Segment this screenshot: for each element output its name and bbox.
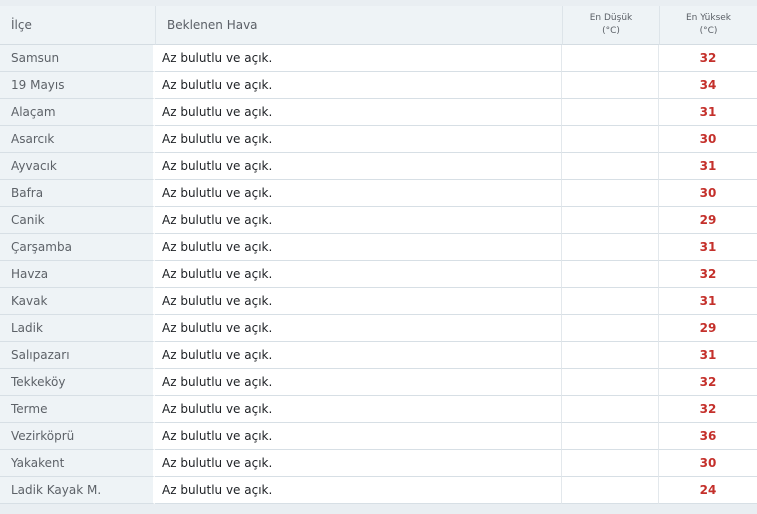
table-row: Tekkeköy Az bulutlu ve açık. 32 (0, 369, 757, 396)
table-row: 19 Mayıs Az bulutlu ve açık. 34 (0, 72, 757, 99)
forecast-cell: Az bulutlu ve açık. (155, 315, 562, 342)
max-temp-cell: 24 (659, 477, 757, 504)
table-row: Yakakent Az bulutlu ve açık. 30 (0, 450, 757, 477)
forecast-cell: Az bulutlu ve açık. (155, 126, 562, 153)
header-en-yuksek-unit: (°C) (699, 26, 718, 36)
min-temp-cell (562, 342, 659, 369)
forecast-cell: Az bulutlu ve açık. (155, 234, 562, 261)
max-temp-cell: 32 (659, 261, 757, 288)
max-temp-cell: 36 (659, 423, 757, 450)
district-cell: Havza (0, 261, 155, 288)
max-temp-cell: 31 (659, 234, 757, 261)
table-row: Kavak Az bulutlu ve açık. 31 (0, 288, 757, 315)
forecast-cell: Az bulutlu ve açık. (155, 45, 562, 72)
max-temp-cell: 32 (659, 396, 757, 423)
table-row: Bafra Az bulutlu ve açık. 30 (0, 180, 757, 207)
table-row: Çarşamba Az bulutlu ve açık. 31 (0, 234, 757, 261)
min-temp-cell (562, 477, 659, 504)
table-row: Havza Az bulutlu ve açık. 32 (0, 261, 757, 288)
table-row: Vezirköprü Az bulutlu ve açık. 36 (0, 423, 757, 450)
max-temp-cell: 34 (659, 72, 757, 99)
max-temp-cell: 30 (659, 180, 757, 207)
table-row: Salıpazarı Az bulutlu ve açık. 31 (0, 342, 757, 369)
min-temp-cell (562, 261, 659, 288)
district-cell: Vezirköprü (0, 423, 155, 450)
min-temp-cell (562, 234, 659, 261)
forecast-cell: Az bulutlu ve açık. (155, 477, 562, 504)
district-cell: Kavak (0, 288, 155, 315)
header-en-dusuk: En Düşük (°C) (562, 6, 659, 45)
forecast-cell: Az bulutlu ve açık. (155, 99, 562, 126)
max-temp-cell: 29 (659, 207, 757, 234)
header-en-dusuk-label: En Düşük (589, 13, 633, 23)
min-temp-cell (562, 180, 659, 207)
header-en-yuksek-label: En Yüksek (685, 13, 732, 23)
max-temp-cell: 29 (659, 315, 757, 342)
district-cell: Yakakent (0, 450, 155, 477)
district-cell: Ayvacık (0, 153, 155, 180)
district-cell: Canik (0, 207, 155, 234)
table-row: Canik Az bulutlu ve açık. 29 (0, 207, 757, 234)
header-en-dusuk-unit: (°C) (602, 26, 620, 36)
max-temp-cell: 31 (659, 153, 757, 180)
district-cell: Çarşamba (0, 234, 155, 261)
district-cell: Ladik Kayak M. (0, 477, 155, 504)
district-cell: Alaçam (0, 99, 155, 126)
min-temp-cell (562, 207, 659, 234)
header-beklenen-hava: Beklenen Hava (155, 6, 562, 45)
table-row: Ayvacık Az bulutlu ve açık. 31 (0, 153, 757, 180)
max-temp-cell: 31 (659, 342, 757, 369)
forecast-cell: Az bulutlu ve açık. (155, 369, 562, 396)
district-cell: Terme (0, 396, 155, 423)
header-en-yuksek: En Yüksek (°C) (659, 6, 757, 45)
min-temp-cell (562, 99, 659, 126)
min-temp-cell (562, 45, 659, 72)
table-body: Samsun Az bulutlu ve açık. 32 19 Mayıs Az bu… (0, 45, 757, 504)
min-temp-cell (562, 72, 659, 99)
min-temp-cell (562, 288, 659, 315)
district-cell: Tekkeköy (0, 369, 155, 396)
district-cell: 19 Mayıs (0, 72, 155, 99)
min-temp-cell (562, 126, 659, 153)
table-row: Alaçam Az bulutlu ve açık. 31 (0, 99, 757, 126)
district-cell: Asarcık (0, 126, 155, 153)
forecast-cell: Az bulutlu ve açık. (155, 180, 562, 207)
forecast-cell: Az bulutlu ve açık. (155, 396, 562, 423)
forecast-cell: Az bulutlu ve açık. (155, 153, 562, 180)
table-row: Terme Az bulutlu ve açık. 32 (0, 396, 757, 423)
table-row: Asarcık Az bulutlu ve açık. 30 (0, 126, 757, 153)
district-cell: Ladik (0, 315, 155, 342)
table-header-row: İlçe Beklenen Hava En Düşük (°C) En Yüks… (0, 6, 757, 45)
max-temp-cell: 32 (659, 45, 757, 72)
max-temp-cell: 32 (659, 369, 757, 396)
forecast-cell: Az bulutlu ve açık. (155, 288, 562, 315)
forecast-cell: Az bulutlu ve açık. (155, 72, 562, 99)
max-temp-cell: 31 (659, 288, 757, 315)
forecast-cell: Az bulutlu ve açık. (155, 207, 562, 234)
forecast-cell: Az bulutlu ve açık. (155, 261, 562, 288)
max-temp-cell: 30 (659, 450, 757, 477)
max-temp-cell: 30 (659, 126, 757, 153)
weather-table: İlçe Beklenen Hava En Düşük (°C) En Yüks… (0, 6, 757, 504)
district-cell: Salıpazarı (0, 342, 155, 369)
district-cell: Bafra (0, 180, 155, 207)
forecast-cell: Az bulutlu ve açık. (155, 423, 562, 450)
forecast-cell: Az bulutlu ve açık. (155, 342, 562, 369)
min-temp-cell (562, 396, 659, 423)
table-row: Ladik Az bulutlu ve açık. 29 (0, 315, 757, 342)
table-row: Ladik Kayak M. Az bulutlu ve açık. 24 (0, 477, 757, 504)
max-temp-cell: 31 (659, 99, 757, 126)
district-cell: Samsun (0, 45, 155, 72)
forecast-cell: Az bulutlu ve açık. (155, 450, 562, 477)
min-temp-cell (562, 315, 659, 342)
table-row: Samsun Az bulutlu ve açık. 32 (0, 45, 757, 72)
min-temp-cell (562, 450, 659, 477)
min-temp-cell (562, 423, 659, 450)
header-ilce: İlçe (0, 6, 155, 45)
min-temp-cell (562, 369, 659, 396)
min-temp-cell (562, 153, 659, 180)
